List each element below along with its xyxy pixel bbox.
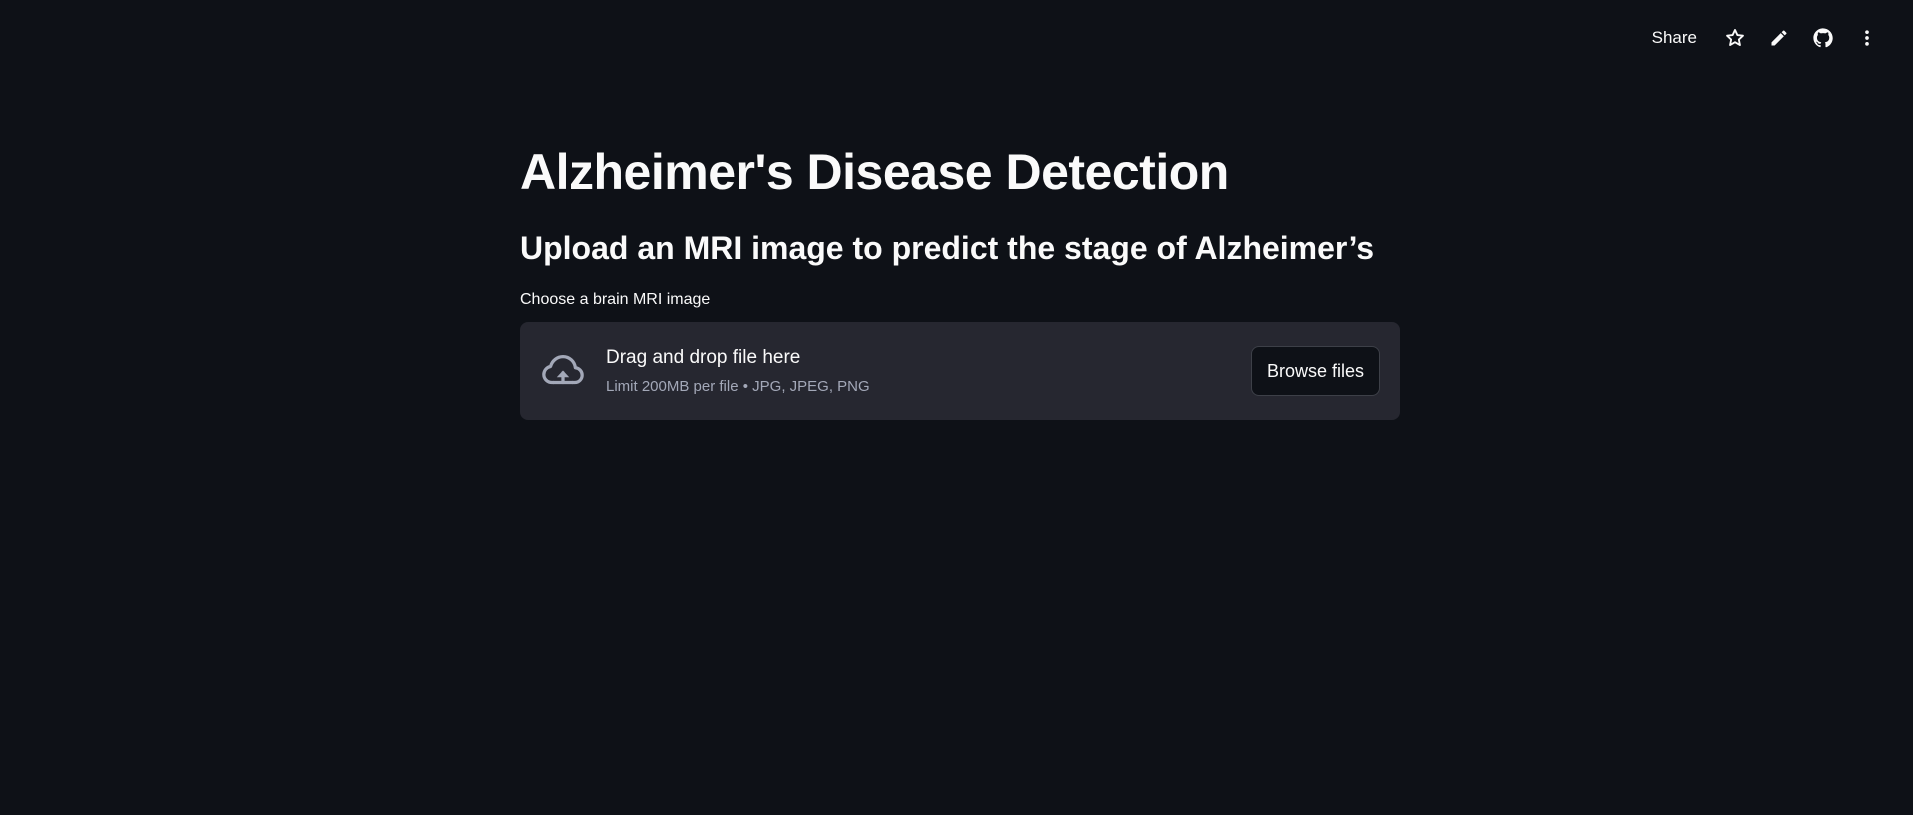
edit-button[interactable] <box>1757 22 1801 54</box>
top-toolbar: Share <box>1642 22 1889 54</box>
cloud-upload-icon <box>540 348 586 394</box>
file-dropzone[interactable]: Drag and drop file here Limit 200MB per … <box>520 322 1400 420</box>
file-uploader-label: Choose a brain MRI image <box>520 291 711 308</box>
dropzone-instructions: Drag and drop file here <box>606 347 801 368</box>
app-page: Share Alzheimer's Disease Detection Uplo… <box>0 0 1913 815</box>
main-content: Alzheimer's Disease Detection Upload an … <box>520 130 1400 420</box>
star-button[interactable] <box>1713 22 1757 54</box>
dropzone-limit-text: Limit 200MB per file • JPG, JPEG, PNG <box>606 378 870 395</box>
browse-files-button[interactable]: Browse files <box>1250 346 1380 396</box>
share-button[interactable]: Share <box>1642 24 1707 52</box>
star-icon <box>1726 29 1744 46</box>
main-menu-button[interactable] <box>1845 22 1889 54</box>
page-subtitle: Upload an MRI image to predict the stage… <box>520 230 1375 266</box>
page-title: Alzheimer's Disease Detection <box>520 144 1229 200</box>
dropzone-text: Drag and drop file here Limit 200MB per … <box>606 344 1251 398</box>
github-button[interactable] <box>1801 22 1845 54</box>
github-icon <box>1813 28 1833 48</box>
more-vertical-icon <box>1865 30 1869 46</box>
pencil-icon <box>1771 30 1787 46</box>
